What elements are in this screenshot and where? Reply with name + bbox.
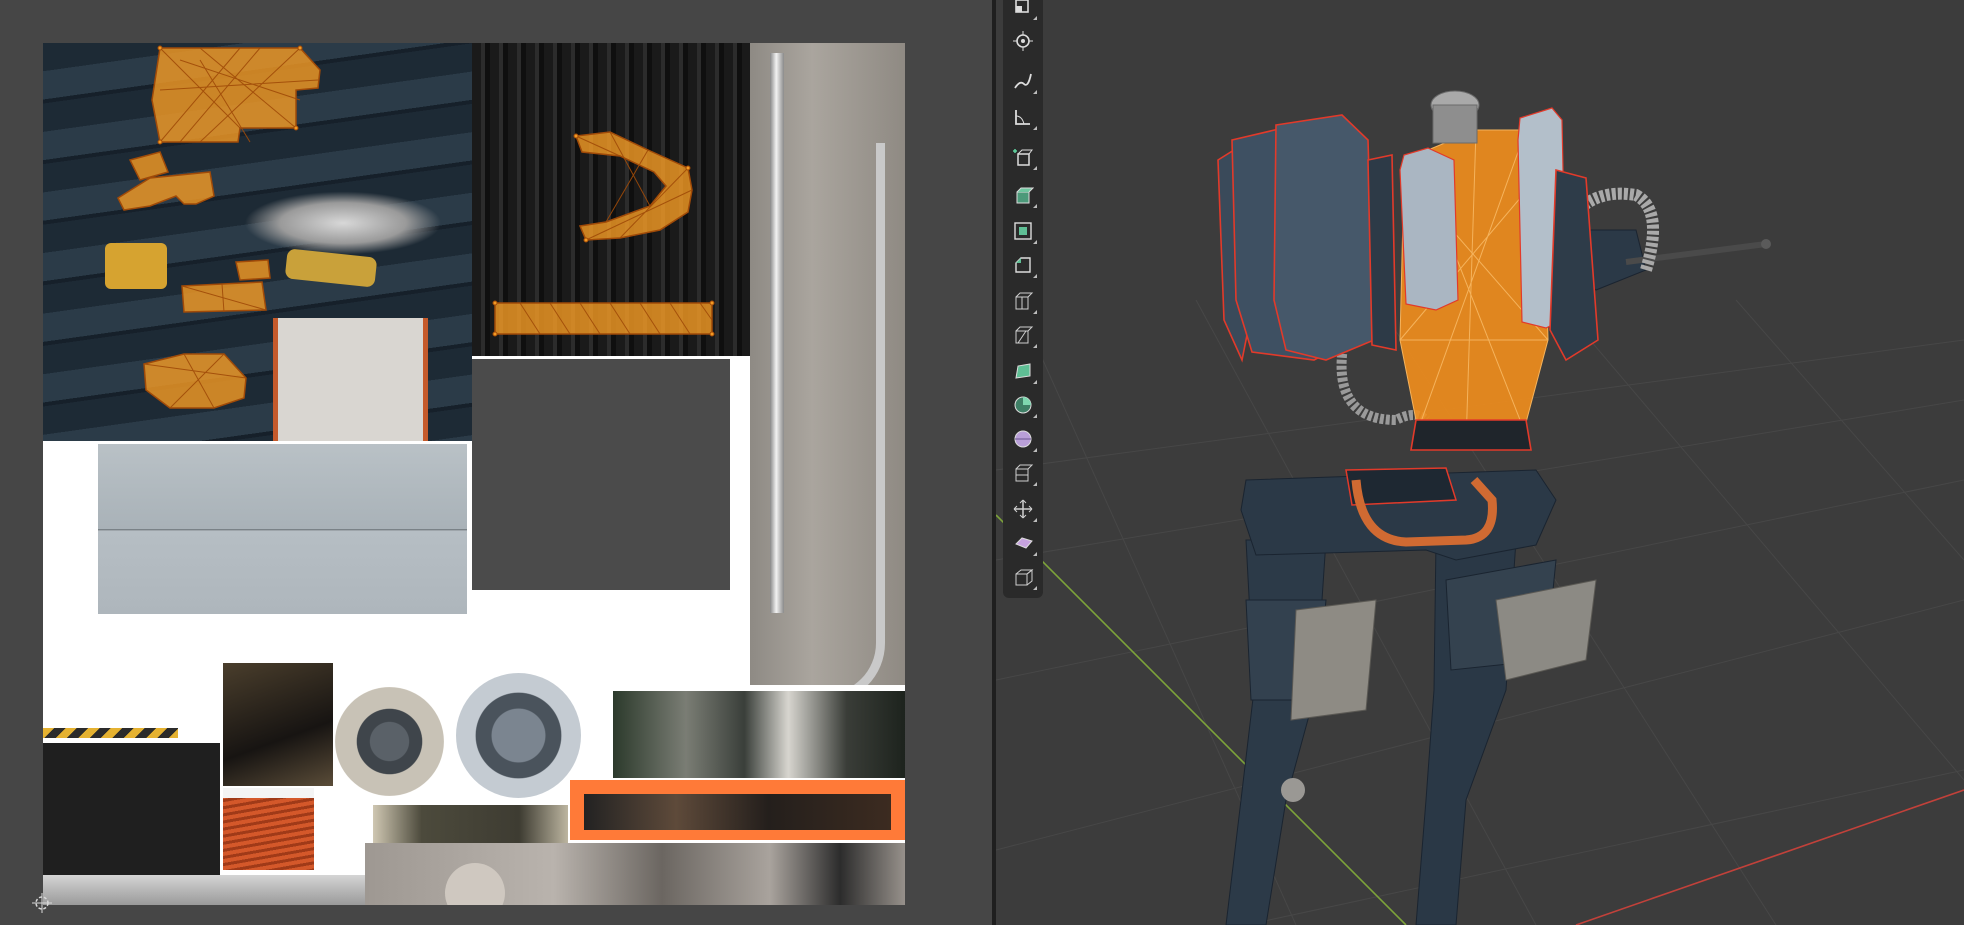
shrink-fatten-tool-icon[interactable] <box>1007 494 1039 524</box>
2d-cursor-icon[interactable] <box>32 893 52 913</box>
extrude-region-tool-icon[interactable] <box>1007 180 1039 210</box>
poly-build-tool-icon[interactable] <box>1007 356 1039 386</box>
spin-tool-icon[interactable] <box>1007 390 1039 420</box>
knife-tool-icon[interactable] <box>1007 320 1039 350</box>
measure-tool-icon[interactable] <box>1007 102 1039 132</box>
tool-shelf[interactable] <box>1003 0 1043 598</box>
transform-tool-icon[interactable] <box>1007 0 1039 22</box>
smooth-tool-icon[interactable] <box>1007 424 1039 454</box>
uv-islands-overlay[interactable] <box>0 0 992 925</box>
annotate-tool-icon[interactable] <box>1007 66 1039 96</box>
uv-island-oval[interactable] <box>143 353 247 409</box>
uv-island-small-left[interactable] <box>128 151 170 181</box>
3d-viewport[interactable] <box>996 0 1964 925</box>
inset-faces-tool-icon[interactable] <box>1007 216 1039 246</box>
mech-right-leg[interactable] <box>1415 539 1597 925</box>
uv-island-tiny[interactable] <box>235 259 271 281</box>
bevel-tool-icon[interactable] <box>1007 250 1039 280</box>
uv-island-hook[interactable] <box>117 171 215 211</box>
mech-left-leg[interactable] <box>1225 539 1377 925</box>
mech-gun[interactable] <box>1570 229 1771 291</box>
rip-region-tool-icon[interactable] <box>1007 562 1039 592</box>
add-cube-tool-icon[interactable] <box>1007 142 1039 172</box>
loop-cut-tool-icon[interactable] <box>1007 286 1039 316</box>
mech-left-armor[interactable] <box>1217 114 1397 363</box>
shear-tool-icon[interactable] <box>1007 528 1039 558</box>
cursor-tool-icon[interactable] <box>1007 26 1039 56</box>
edge-slide-tool-icon[interactable] <box>1007 458 1039 488</box>
mech-model[interactable] <box>996 0 1964 925</box>
mech-top-cap[interactable] <box>1430 90 1480 144</box>
mech-pelvis[interactable] <box>1240 467 1557 561</box>
uv-editor[interactable] <box>0 0 992 925</box>
